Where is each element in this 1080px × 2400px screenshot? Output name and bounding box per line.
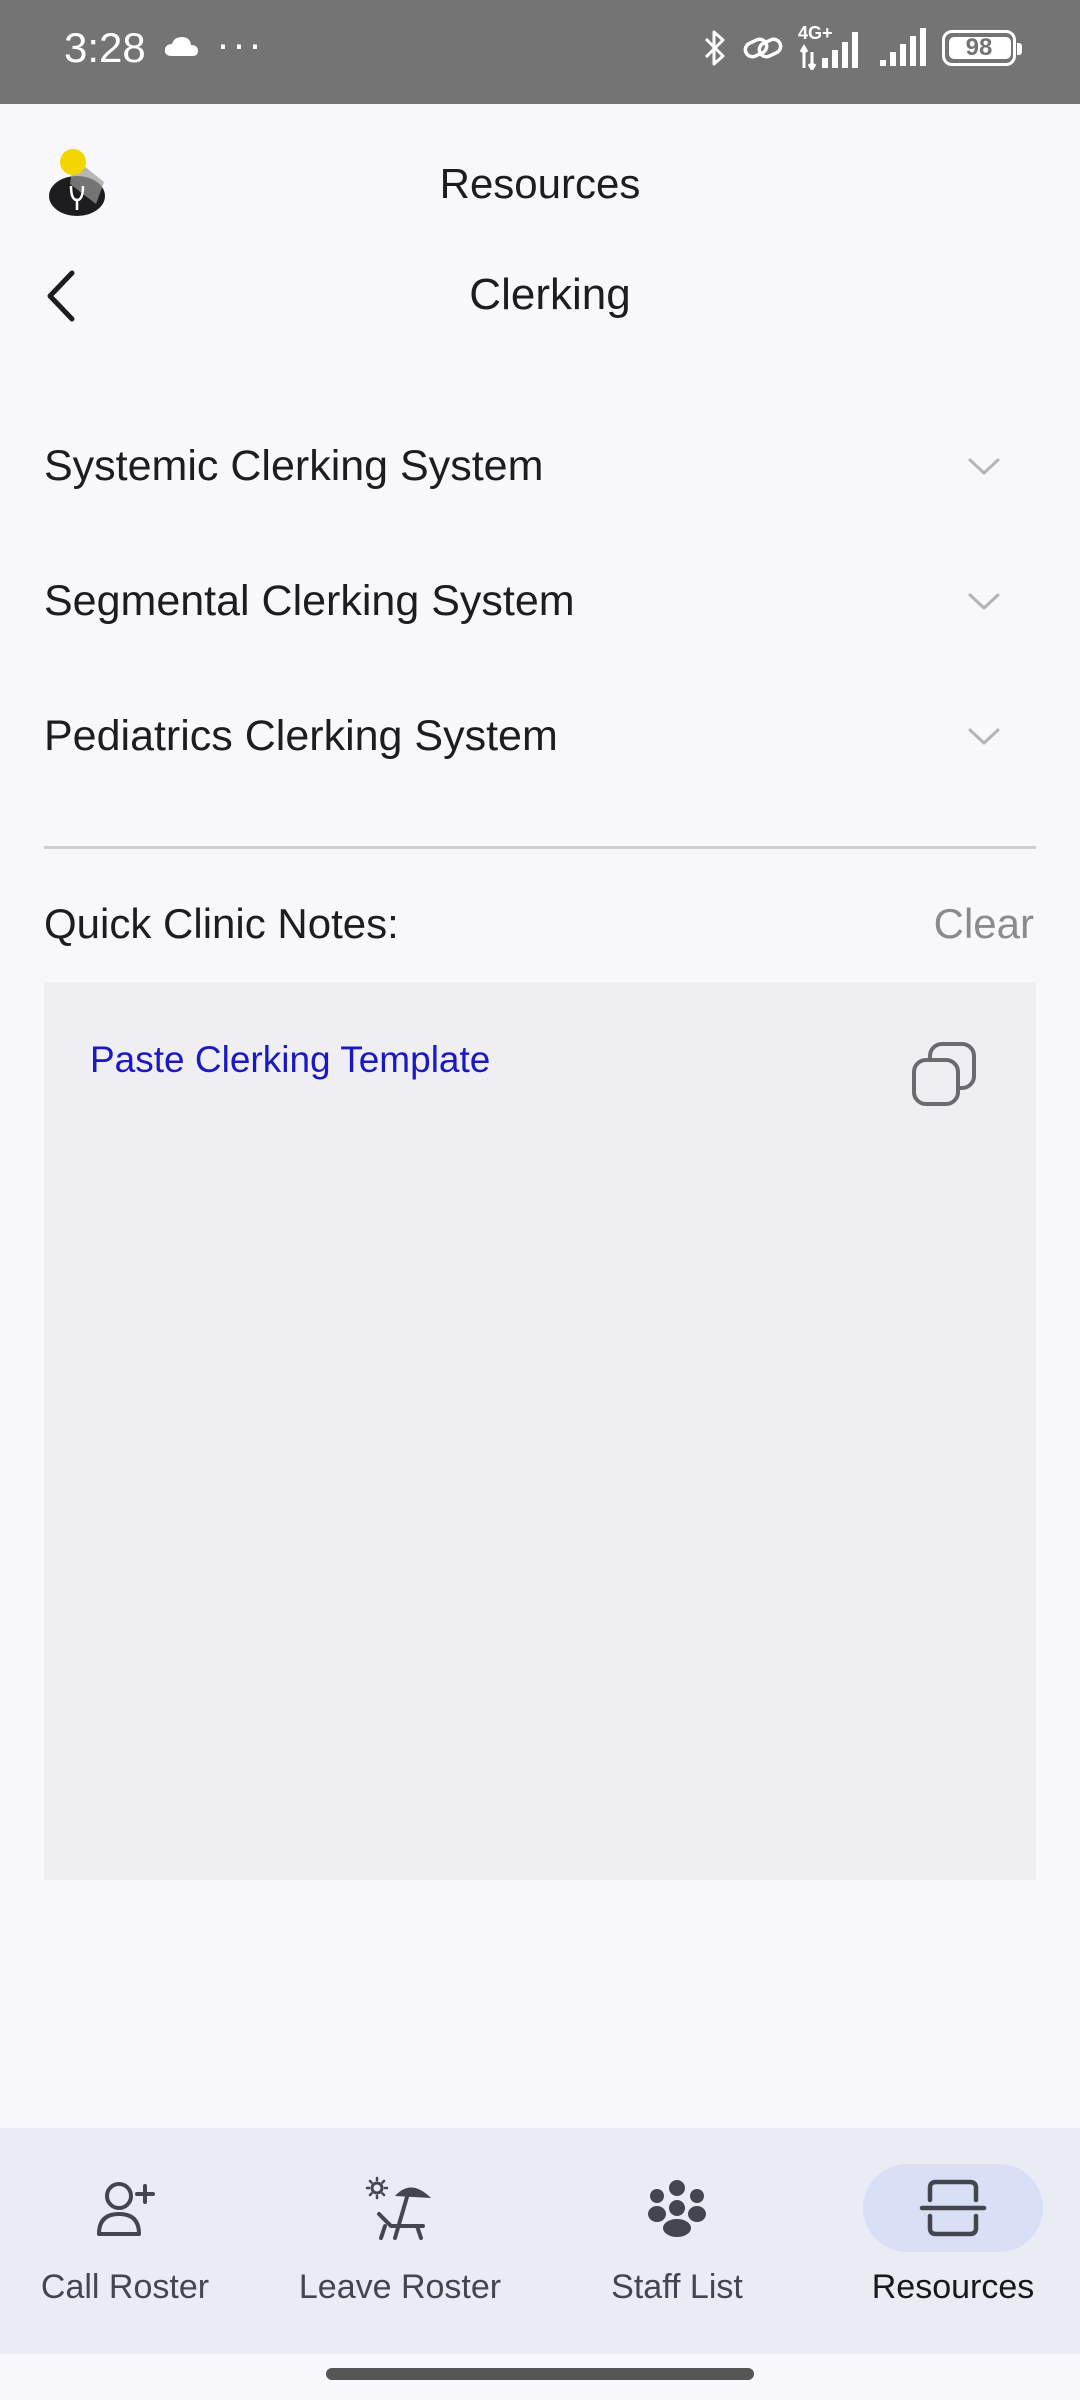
bluetooth-icon xyxy=(704,30,725,66)
status-bar: 3:28 ··· 4G+ 98 xyxy=(0,0,1080,104)
copy-icon xyxy=(912,1042,976,1106)
nav-item-resources[interactable]: Resources xyxy=(863,2128,1043,2354)
notes-textarea[interactable] xyxy=(44,982,1036,1880)
chevron-down-icon xyxy=(968,593,1000,610)
more-indicator: ··· xyxy=(216,20,264,67)
home-indicator[interactable] xyxy=(326,2368,754,2380)
paste-template-link[interactable]: Paste Clerking Template xyxy=(90,1036,490,1084)
nav-icon-container xyxy=(310,2164,490,2252)
accordion-pediatrics-clerking[interactable]: Pediatrics Clerking System xyxy=(44,680,1024,792)
nav-label: Resources xyxy=(871,2268,1035,2306)
link-icon xyxy=(743,37,783,59)
chevron-down-icon xyxy=(968,458,1000,475)
nav-item-leave-roster[interactable]: Leave Roster xyxy=(295,2128,505,2354)
person-add-icon xyxy=(97,2182,155,2236)
nav-icon-container xyxy=(587,2164,767,2252)
clear-button[interactable]: Clear xyxy=(934,898,1034,950)
accordion-label: Pediatrics Clerking System xyxy=(44,711,558,760)
accordion-label: Segmental Clerking System xyxy=(44,576,575,625)
bottom-nav: Call Roster Leave Roster Staff List Reso… xyxy=(0,2128,1080,2354)
signal-icon xyxy=(799,32,858,70)
notes-label: Quick Clinic Notes: xyxy=(44,900,399,947)
status-time: 3:28 xyxy=(64,24,146,71)
battery-level: 98 xyxy=(965,34,993,61)
accordion-label: Systemic Clerking System xyxy=(44,441,544,490)
page-title: Clerking xyxy=(469,270,631,319)
document-scanner-icon xyxy=(919,2179,987,2237)
nav-label: Call Roster xyxy=(40,2268,210,2306)
cloud-icon xyxy=(164,37,198,56)
beach-chair-icon xyxy=(365,2176,431,2240)
status-icons: 4G+ 98 xyxy=(702,24,1022,70)
header-title: Resources xyxy=(439,160,641,207)
battery-icon: 98 xyxy=(942,30,1022,66)
group-icon xyxy=(648,2180,706,2237)
nav-icon-container xyxy=(35,2164,215,2252)
accordion-segmental-clerking[interactable]: Segmental Clerking System xyxy=(44,545,1024,657)
nav-item-call-roster[interactable]: Call Roster xyxy=(35,2128,215,2354)
nav-label: Leave Roster xyxy=(298,2268,502,2306)
copy-button[interactable] xyxy=(910,1040,980,1110)
nav-label: Staff List xyxy=(611,2268,743,2306)
accordion-systemic-clerking[interactable]: Systemic Clerking System xyxy=(44,410,1024,522)
section-divider xyxy=(44,846,1036,849)
signal-icon-2 xyxy=(880,28,926,66)
nav-icon-container-active xyxy=(863,2164,1043,2252)
mobile-signal-1: 4G+ xyxy=(798,24,864,70)
nav-item-staff-list[interactable]: Staff List xyxy=(587,2128,767,2354)
chevron-down-icon xyxy=(968,728,1000,745)
